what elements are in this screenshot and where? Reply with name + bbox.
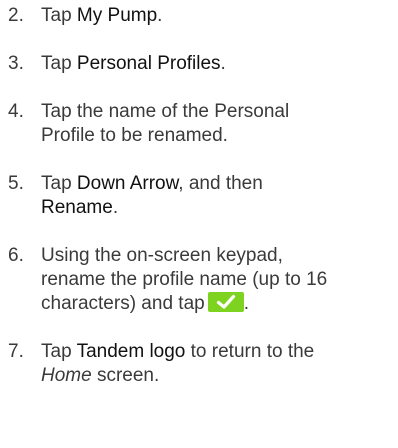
step-number: 7. xyxy=(8,341,24,362)
step-text: . xyxy=(220,53,226,74)
screen-name-home: Home xyxy=(41,365,92,386)
step-item: 7. Tap Tandem logo to return to the Home s… xyxy=(0,340,398,388)
ui-term-down-arrow: Down Arrow xyxy=(76,173,179,194)
step-text: . xyxy=(157,5,163,26)
step-text: screen. xyxy=(91,365,160,386)
step-item: 6. Using the on-screen keypad, rename the … xyxy=(0,244,398,316)
ui-term-tandem-logo: Tandem logo xyxy=(76,341,186,362)
step-item: 3. Tap Personal Profiles. xyxy=(0,52,398,76)
step-item: 5. Tap Down Arrow, and then Rename. xyxy=(0,172,398,220)
step-number: 5. xyxy=(8,173,24,194)
step-text: Tap xyxy=(41,341,77,362)
step-item: 2. Tap My Pump. xyxy=(0,4,398,28)
step-number: 3. xyxy=(8,53,24,74)
step-text: Profile to be renamed. xyxy=(41,125,228,146)
step-text: Tap xyxy=(41,53,77,74)
step-text: to return to the xyxy=(185,341,315,362)
step-item: 4. Tap the name of the Personal Profile to… xyxy=(0,100,398,148)
step-text: . xyxy=(112,197,119,218)
step-text: characters) and tap xyxy=(41,293,205,314)
ui-term-my-pump: My Pump xyxy=(76,5,158,26)
step-text: Tap xyxy=(41,173,77,194)
ui-term-personal-profiles: Personal Profiles xyxy=(76,53,221,74)
ui-term-rename: Rename xyxy=(41,197,113,218)
step-text: Tap the name of the Personal xyxy=(41,101,290,122)
step-text: , and then xyxy=(178,173,263,194)
step-number: 6. xyxy=(8,245,24,266)
step-number: 4. xyxy=(8,101,24,122)
step-text: . xyxy=(243,293,249,314)
step-text: Using the on-screen keypad, xyxy=(41,245,283,266)
step-text: Tap xyxy=(41,5,77,26)
step-text: rename the profile name (up to 16 xyxy=(41,269,328,290)
instruction-steps: 2. Tap My Pump. 3. Tap Personal Profiles. 4.… xyxy=(0,4,398,412)
step-number: 2. xyxy=(8,5,24,26)
checkmark-button-icon xyxy=(207,292,244,312)
